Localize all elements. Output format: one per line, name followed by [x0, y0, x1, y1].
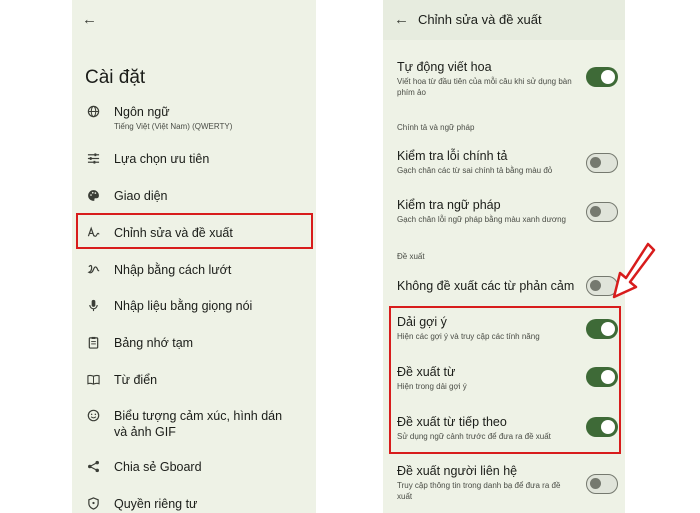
menu-label: Nhập liệu bằng giọng nói [114, 299, 253, 313]
setting-description: Viết hoa từ đầu tiên của mỗi câu khi sử … [397, 77, 572, 97]
toggle-grammar-check[interactable] [586, 202, 618, 222]
app-bar: ← Chỉnh sửa và đề xuất [383, 0, 625, 40]
setting-description: Gạch chân lỗi ngữ pháp bằng màu xanh dươ… [397, 215, 566, 224]
highlight-box [76, 213, 313, 249]
menu-item-glide-typing[interactable]: Nhập bằng cách lướt [72, 262, 316, 278]
globe-icon [72, 104, 114, 118]
gesture-icon [72, 262, 114, 276]
annotation-arrow-icon [612, 242, 656, 299]
setting-description: Gạch chân các từ sai chính tả bằng màu đ… [397, 166, 553, 175]
menu-label: Từ điển [114, 373, 158, 387]
microphone-icon [72, 298, 114, 312]
setting-label: Tự động viết hoa [397, 60, 492, 74]
setting-auto-capitalization[interactable]: Tự động viết hoa Viết hoa từ đầu tiên củ… [397, 59, 577, 98]
menu-item-preferences[interactable]: Lựa chọn ưu tiên [72, 151, 316, 167]
menu-label: Quyền riêng tư [114, 497, 198, 511]
menu-label: Ngôn ngữ [114, 105, 170, 119]
menu-label: Nhập bằng cách lướt [114, 263, 232, 277]
settings-panel: ← Cài đặt Ngôn ngữ Tiếng Việt (Việt Nam)… [72, 0, 316, 513]
setting-block-offensive[interactable]: Không đề xuất các từ phản cảm [397, 278, 587, 294]
menu-item-clipboard[interactable]: Bảng nhớ tạm [72, 335, 316, 351]
section-header-suggestions: Đề xuất [397, 252, 425, 261]
menu-label: Biểu tượng cảm xúc, hình dán và ảnh GIF [114, 409, 283, 439]
setting-label: Không đề xuất các từ phản cảm [397, 279, 575, 293]
menu-label: Bảng nhớ tạm [114, 336, 194, 350]
setting-grammar-check[interactable]: Kiểm tra ngữ pháp Gạch chân lỗi ngữ pháp… [397, 197, 577, 225]
tune-icon [72, 151, 114, 165]
highlight-box [389, 306, 621, 454]
setting-contact-suggestions[interactable]: Đề xuất người liên hệ Truy cập thông tin… [397, 463, 577, 502]
toggle-auto-capitalization[interactable] [586, 67, 618, 87]
setting-label: Kiểm tra ngữ pháp [397, 198, 501, 212]
clipboard-icon [72, 335, 114, 349]
palette-icon [72, 188, 114, 202]
menu-label: Giao diện [114, 189, 168, 203]
menu-item-language[interactable]: Ngôn ngữ Tiếng Việt (Việt Nam) (QWERTY) [72, 104, 316, 132]
section-header-spelling: Chính tả và ngữ pháp [397, 123, 475, 132]
menu-item-share[interactable]: Chia sẻ Gboard [72, 459, 316, 475]
shield-icon [72, 496, 114, 510]
back-arrow-icon[interactable]: ← [82, 12, 97, 27]
menu-item-voice-typing[interactable]: Nhập liệu bằng giọng nói [72, 298, 316, 314]
menu-label: Lựa chọn ưu tiên [114, 152, 210, 166]
page-title: Chỉnh sửa và đề xuất [418, 12, 542, 27]
back-arrow-icon[interactable]: ← [394, 12, 409, 27]
setting-spell-check[interactable]: Kiểm tra lỗi chính tả Gạch chân các từ s… [397, 148, 577, 176]
menu-sublabel: Tiếng Việt (Việt Nam) (QWERTY) [114, 122, 233, 131]
menu-item-theme[interactable]: Giao diện [72, 188, 316, 204]
book-icon [72, 372, 114, 386]
menu-item-privacy[interactable]: Quyền riêng tư [72, 496, 316, 512]
menu-item-emoji[interactable]: Biểu tượng cảm xúc, hình dán và ảnh GIF [72, 408, 316, 440]
emoji-icon [72, 408, 114, 422]
setting-label: Kiểm tra lỗi chính tả [397, 149, 508, 163]
menu-label: Chia sẻ Gboard [114, 460, 202, 474]
setting-label: Đề xuất người liên hệ [397, 464, 518, 478]
menu-item-dictionary[interactable]: Từ điển [72, 372, 316, 388]
toggle-spell-check[interactable] [586, 153, 618, 173]
setting-description: Truy cập thông tin trong danh bạ để đưa … [397, 481, 561, 501]
share-icon [72, 459, 114, 473]
page-title: Cài đặt [85, 67, 146, 88]
toggle-contact-suggestions[interactable] [586, 474, 618, 494]
